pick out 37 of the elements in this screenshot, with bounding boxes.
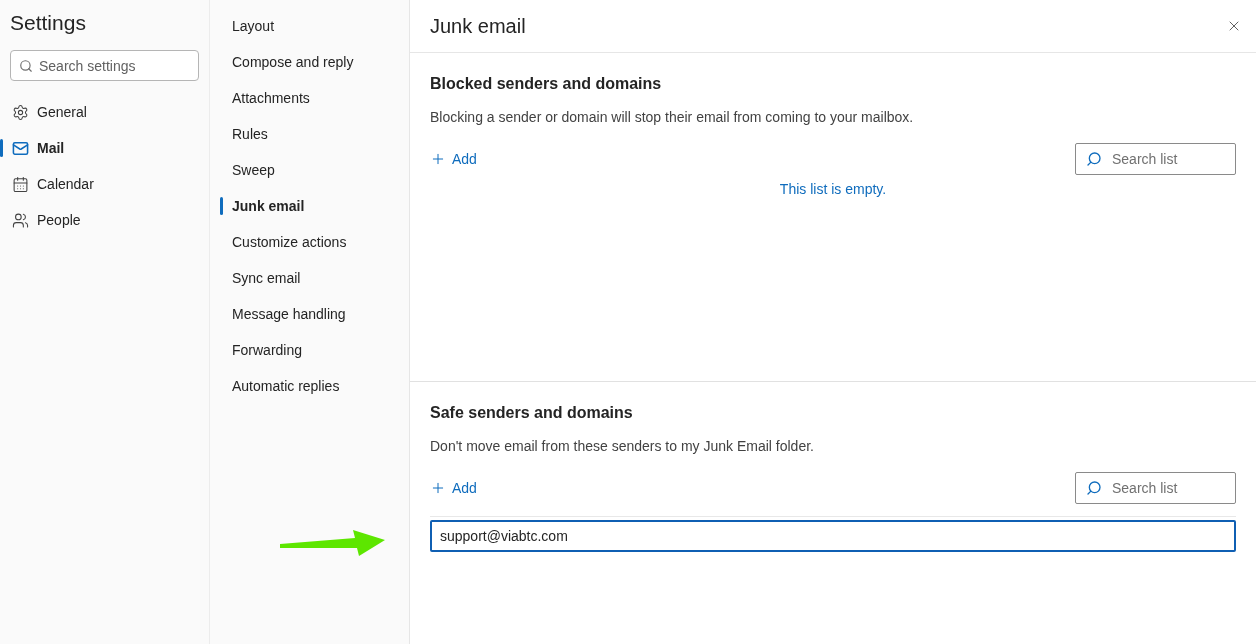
- section-title: Blocked senders and domains: [430, 74, 663, 94]
- add-button[interactable]: Add: [430, 473, 477, 503]
- section-title: Safe senders and domains: [430, 403, 634, 423]
- add-button[interactable]: Add: [430, 144, 477, 174]
- submenu-item[interactable]: Layout: [210, 8, 409, 44]
- submenu-item[interactable]: Rules: [210, 116, 409, 152]
- search-list-field[interactable]: Search list: [1075, 143, 1236, 175]
- section-description: Blocking a sender or domain will stop their email from coming to your mailbox.: [430, 108, 915, 127]
- search-list-field[interactable]: Search list: [1075, 472, 1236, 504]
- submenu-item[interactable]: Junk email: [210, 188, 409, 224]
- submenu-item[interactable]: Automatic replies: [210, 368, 409, 404]
- nav-item[interactable]: Mail: [0, 130, 209, 166]
- search-settings-field[interactable]: Search settings: [10, 50, 199, 81]
- panel-title: Junk email: [430, 14, 526, 39]
- settings-title: Settings: [9, 10, 87, 36]
- nav-item[interactable]: General: [0, 94, 209, 130]
- submenu-item[interactable]: Message handling: [210, 296, 409, 332]
- submenu-item[interactable]: Sweep: [210, 152, 409, 188]
- people-icon: [12, 211, 29, 229]
- calendar-icon: [12, 175, 29, 193]
- settings-icon: [12, 103, 29, 121]
- submenu-item[interactable]: Attachments: [210, 80, 409, 116]
- email-input-field[interactable]: support@viabtc.com: [430, 520, 1236, 552]
- plus-icon: [430, 151, 446, 167]
- nav-item[interactable]: Calendar: [0, 166, 209, 202]
- search-icon: [1086, 151, 1102, 167]
- empty-list-message: This list is empty.: [779, 180, 887, 199]
- submenu-item[interactable]: Compose and reply: [210, 44, 409, 80]
- submenu-item[interactable]: Sync email: [210, 260, 409, 296]
- mail-icon: [12, 139, 29, 157]
- section-description: Don't move email from these senders to my Junk Email folder.: [430, 437, 815, 456]
- submenu-item[interactable]: Customize actions: [210, 224, 409, 260]
- search-icon: [19, 59, 33, 73]
- search-icon: [1086, 480, 1102, 496]
- nav-item[interactable]: People: [0, 202, 209, 238]
- submenu-item[interactable]: Forwarding: [210, 332, 409, 368]
- plus-icon: [430, 480, 446, 496]
